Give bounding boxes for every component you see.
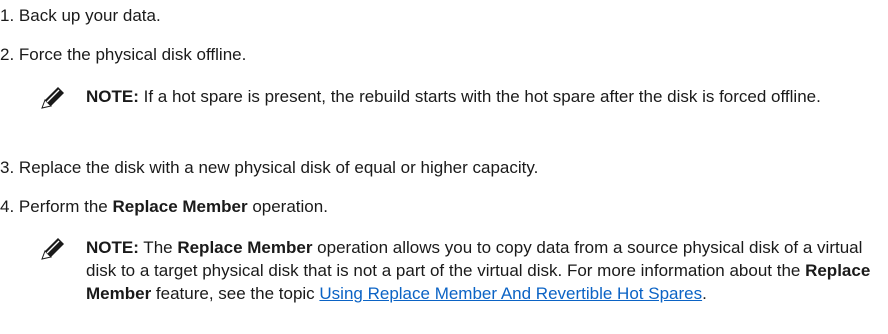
- step-number: 3.: [0, 158, 15, 177]
- topic-link[interactable]: Using Replace Member And Revertible Hot …: [319, 284, 702, 303]
- note-body: If a hot spare is present, the rebuild s…: [138, 87, 821, 106]
- step-number: 2.: [0, 45, 15, 64]
- step-text: Replace the disk with a new physical dis…: [18, 158, 539, 177]
- step-text: Force the physical disk offline.: [18, 45, 247, 64]
- step-number: 1.: [0, 6, 15, 25]
- step-2: 2. Force the physical disk offline.: [0, 43, 246, 66]
- note-replace-member: NOTE: The Replace Member operation allow…: [38, 236, 882, 305]
- note-body: .: [702, 284, 707, 303]
- note-pencil-icon: [41, 87, 64, 109]
- note-body: feature, see the topic: [151, 284, 320, 303]
- step-number: 4.: [0, 197, 15, 216]
- note-hot-spare: NOTE: If a hot spare is present, the reb…: [38, 85, 882, 109]
- step-text: Perform the: [18, 197, 113, 216]
- note-pencil-icon: [41, 238, 64, 260]
- note-label: NOTE:: [86, 87, 139, 106]
- step-3: 3. Replace the disk with a new physical …: [0, 156, 538, 179]
- note-label: NOTE:: [86, 238, 139, 257]
- note-body: The: [138, 238, 178, 257]
- note-text: NOTE: If a hot spare is present, the reb…: [86, 85, 882, 108]
- note-ui-term: Replace Member: [177, 238, 313, 257]
- step-text: operation.: [247, 197, 328, 216]
- step-4: 4. Perform the Replace Member operation.: [0, 195, 328, 218]
- step-ui-term: Replace Member: [112, 197, 248, 216]
- step-1: 1. Back up your data.: [0, 4, 161, 27]
- note-text: NOTE: The Replace Member operation allow…: [86, 236, 882, 305]
- step-text: Back up your data.: [18, 6, 161, 25]
